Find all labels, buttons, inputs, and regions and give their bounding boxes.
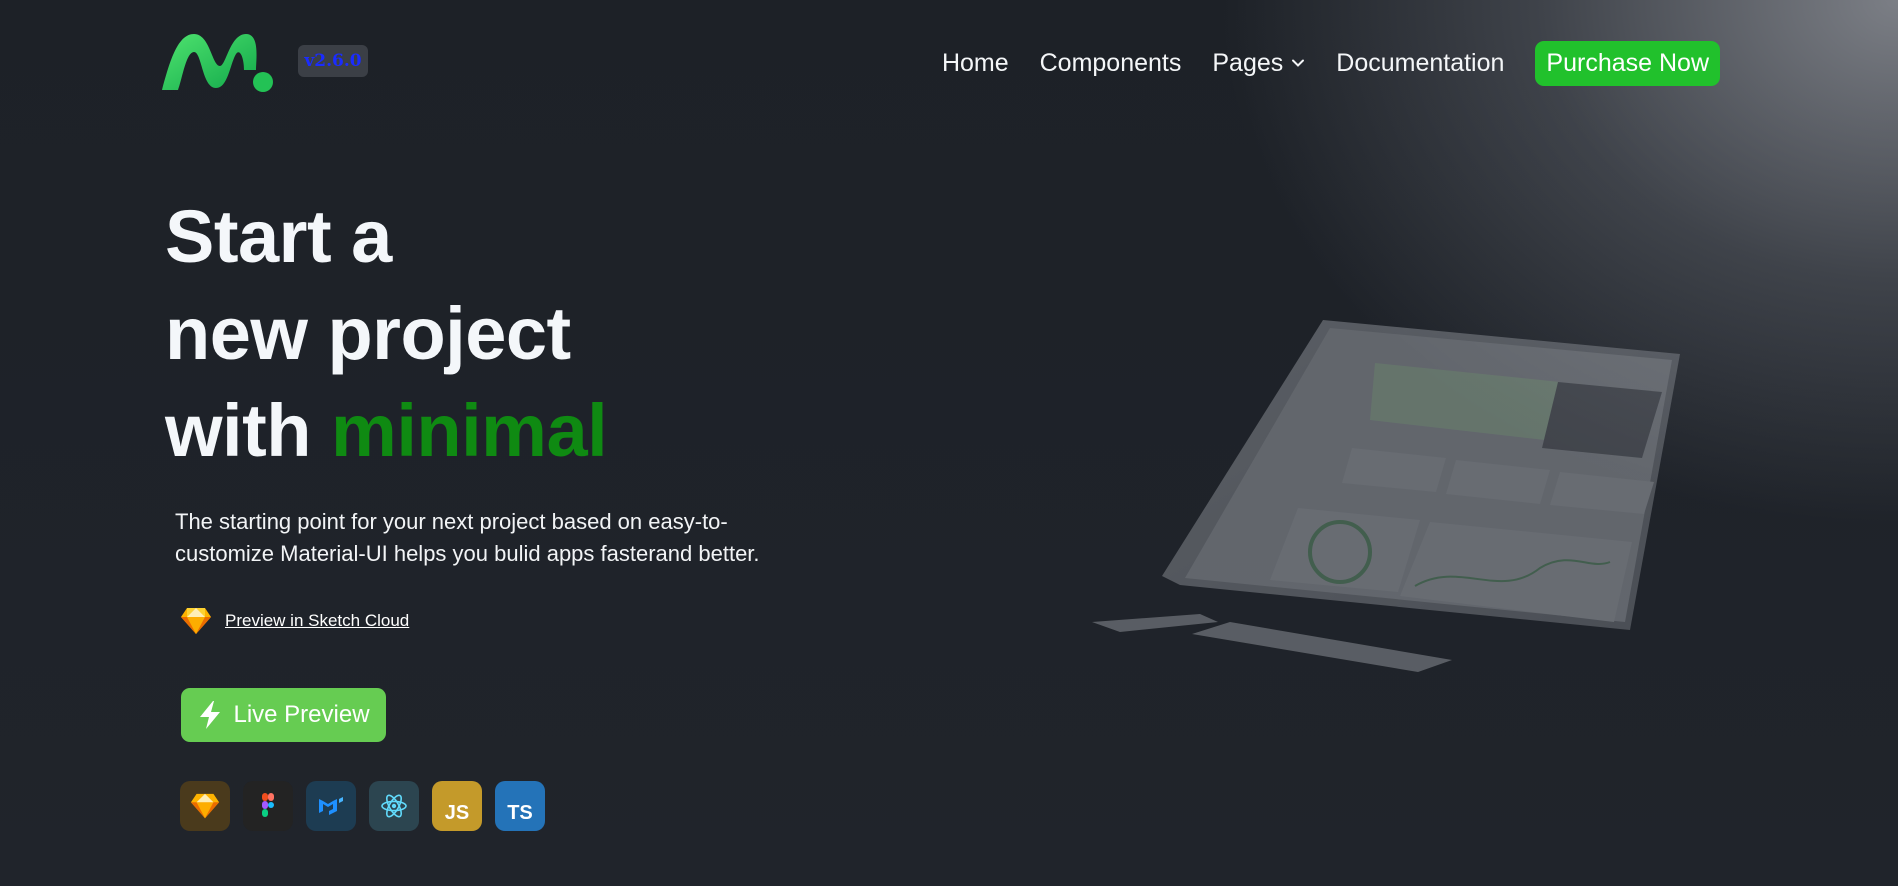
- hero-title-accent: minimal: [331, 389, 608, 472]
- sketch-icon: [180, 781, 230, 831]
- sketch-preview-link-row: Preview in Sketch Cloud: [180, 606, 409, 636]
- hero-title-line2: new project: [165, 292, 571, 375]
- main-nav: Home Components Pages Documentation Purc…: [942, 40, 1720, 86]
- sketch-icon: [181, 608, 211, 634]
- chevron-down-icon: [1292, 59, 1305, 67]
- figma-icon: [243, 781, 293, 831]
- nav-pages[interactable]: Pages: [1212, 49, 1305, 78]
- live-preview-label: Live Preview: [233, 701, 370, 728]
- lightning-icon: [200, 701, 221, 729]
- nav-documentation[interactable]: Documentation: [1336, 49, 1504, 78]
- hero-description: The starting point for your next project…: [175, 509, 760, 566]
- hero-title-line3-prefix: with: [165, 389, 311, 472]
- javascript-icon: JS: [432, 781, 482, 831]
- nav-home[interactable]: Home: [942, 49, 1009, 78]
- purchase-now-button[interactable]: Purchase Now: [1535, 40, 1720, 86]
- nav-components[interactable]: Components: [1040, 49, 1182, 78]
- tech-stack-icons: JS TS: [180, 781, 558, 831]
- typescript-icon: TS: [495, 781, 545, 831]
- hero-title-line1: Start a: [165, 195, 392, 278]
- nav-pages-label: Pages: [1212, 48, 1284, 77]
- mui-icon: [306, 781, 356, 831]
- minimal-logo-icon[interactable]: [160, 30, 276, 94]
- preview-sketch-cloud-link[interactable]: Preview in Sketch Cloud: [225, 611, 409, 631]
- live-preview-button[interactable]: Live Preview: [181, 688, 386, 742]
- dashboard-mockup-image: [1092, 320, 1680, 672]
- hero-title: Start a new project with minimal: [165, 188, 608, 479]
- version-badge: v2.6.0: [298, 45, 368, 77]
- react-icon: [369, 781, 419, 831]
